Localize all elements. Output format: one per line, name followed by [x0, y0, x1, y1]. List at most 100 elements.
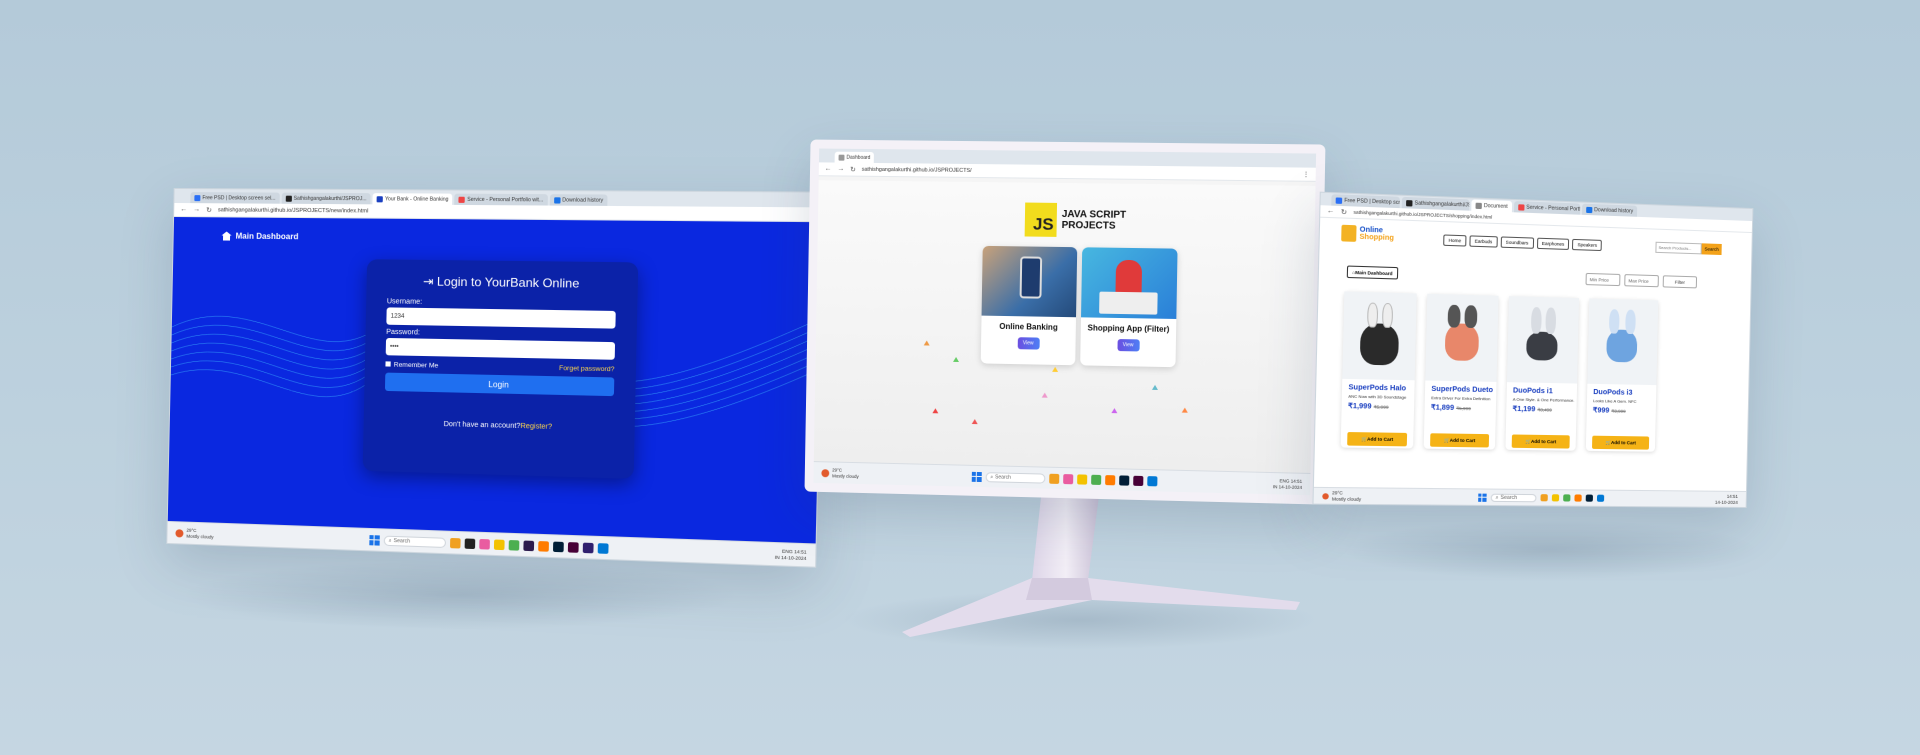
earbud-graphic: [1464, 305, 1478, 329]
product-name: DuoPods i3: [1593, 388, 1633, 397]
app-icon[interactable]: [1048, 473, 1060, 484]
nav-home[interactable]: Home: [1443, 234, 1467, 247]
system-tray[interactable]: ENG 14:51 IN 14-10-2024: [775, 548, 807, 562]
illustrator-icon[interactable]: [1574, 494, 1582, 502]
app-icon[interactable]: [582, 542, 594, 553]
folder-icon[interactable]: [1076, 473, 1088, 485]
product-price: ₹1,199 ₹3,499: [1512, 405, 1552, 414]
browser-tab[interactable]: Service - Personal Portfolio wit...: [1513, 201, 1580, 215]
forward-icon[interactable]: →: [837, 166, 844, 173]
forward-icon[interactable]: →: [193, 206, 200, 213]
product-card[interactable]: SuperPods Halo ANC Now with 3D Soundstag…: [1340, 291, 1417, 449]
browser-tab-active[interactable]: Your Bank - Online Banking: [372, 193, 453, 205]
search-button[interactable]: Search: [1701, 243, 1722, 256]
laptop-graphic: [1099, 291, 1158, 315]
weather-widget[interactable]: 29°C Mostly cloudy: [821, 467, 859, 480]
folder-icon[interactable]: [493, 538, 505, 550]
photoshop-icon[interactable]: [1585, 494, 1593, 502]
login-button[interactable]: Login: [384, 372, 615, 397]
filter-button[interactable]: Filter: [1662, 275, 1698, 289]
chrome-icon[interactable]: [508, 539, 520, 551]
project-card-shopping-app[interactable]: Shopping App (Filter) View: [1080, 247, 1178, 368]
view-button[interactable]: View: [1017, 337, 1040, 350]
vscode-icon[interactable]: [1146, 475, 1158, 486]
banking-image: [981, 245, 1078, 318]
browser-tab-active[interactable]: Document: [1471, 199, 1512, 213]
system-tray[interactable]: 14:51 14-10-2024: [1715, 493, 1738, 505]
product-card[interactable]: SuperPods Dueto Extra Driver For Extra D…: [1423, 293, 1499, 450]
taskbar-search[interactable]: ⌕ Search: [985, 471, 1046, 484]
back-icon[interactable]: ←: [1327, 208, 1335, 216]
xd-icon[interactable]: [1132, 475, 1144, 486]
nav-speakers[interactable]: Speakers: [1572, 238, 1603, 252]
windows-start-icon[interactable]: [1477, 493, 1487, 502]
min-price-input[interactable]: Min Price: [1585, 272, 1621, 287]
url-text[interactable]: sathishgangalakurthi.github.io/JSPROJECT…: [218, 207, 802, 217]
password-input[interactable]: ••••: [385, 337, 616, 360]
photoshop-icon[interactable]: [552, 541, 564, 552]
nav-soundbars[interactable]: Soundbars: [1500, 236, 1534, 249]
browser-tab[interactable]: Download history: [1581, 203, 1638, 217]
app-icon[interactable]: [478, 538, 490, 550]
photoshop-icon[interactable]: [1118, 474, 1130, 486]
weather-widget[interactable]: 29°C Mostly cloudy: [1322, 490, 1361, 503]
browser-tab[interactable]: Download history: [549, 194, 608, 206]
illustrator-icon[interactable]: [537, 540, 549, 552]
windows-start-icon[interactable]: [369, 534, 380, 546]
menu-icon[interactable]: ⋮: [1302, 170, 1309, 178]
product-card[interactable]: DuoPods i1 A One Style. & One Performanc…: [1505, 296, 1580, 451]
reload-icon[interactable]: ↻: [206, 206, 212, 214]
weather-widget[interactable]: 29°C Mostly cloudy: [175, 527, 214, 540]
app-icon[interactable]: [1062, 473, 1074, 484]
taskbar-search[interactable]: ⌕ Search: [1490, 493, 1537, 502]
product-desc: A One Style. & One Performance.: [1512, 396, 1575, 403]
username-input[interactable]: 1234: [386, 307, 616, 329]
chrome-icon[interactable]: [1090, 474, 1102, 485]
remember-me-checkbox[interactable]: Remember Me: [385, 361, 438, 370]
windows-start-icon[interactable]: [971, 471, 982, 482]
product-image: [1587, 298, 1659, 386]
product-card[interactable]: DuoPods i3 Looks Like A Gem. NFC ₹999 ₹3…: [1585, 298, 1659, 452]
taskbar-search[interactable]: ⌕ Search: [383, 535, 446, 548]
back-icon[interactable]: ←: [180, 206, 187, 213]
back-icon[interactable]: ←: [825, 165, 832, 172]
add-to-cart-button[interactable]: 🛒 Add to Cart: [1347, 432, 1408, 447]
reload-icon[interactable]: ↻: [1341, 208, 1347, 217]
main-dashboard-link[interactable]: Main Dashboard: [221, 231, 299, 241]
max-price-input[interactable]: Max Price: [1624, 274, 1659, 288]
main-dashboard-button[interactable]: ⌂ Main Dashboard: [1346, 265, 1398, 280]
chrome-icon[interactable]: [1562, 494, 1571, 502]
earbuds-case-graphic: [1359, 323, 1400, 366]
browser-tab[interactable]: Free PSD | Desktop screen sel...: [190, 192, 280, 204]
forget-password-link[interactable]: Forget password?: [559, 365, 615, 373]
vscode-icon[interactable]: [1596, 494, 1604, 502]
nav-earbuds[interactable]: Earbuds: [1469, 235, 1498, 248]
add-to-cart-button[interactable]: 🛒 Add to Cart: [1511, 434, 1570, 449]
view-button[interactable]: View: [1116, 339, 1140, 352]
add-to-cart-button[interactable]: 🛒 Add to Cart: [1430, 433, 1490, 448]
browser-tab[interactable]: Free PSD | Desktop screen sel...: [1331, 194, 1400, 209]
js-badge: JS: [1024, 202, 1058, 237]
app-icon[interactable]: [1540, 494, 1548, 502]
folder-icon[interactable]: [1551, 494, 1559, 502]
browser-tab[interactable]: Service - Personal Portfolio wit...: [454, 193, 548, 206]
register-link[interactable]: Register?: [520, 423, 552, 431]
app-icon[interactable]: [464, 537, 476, 549]
online-shopping-logo[interactable]: Online Shopping: [1341, 224, 1394, 243]
illustrator-icon[interactable]: [1104, 474, 1116, 485]
app-icon[interactable]: [523, 539, 534, 551]
browser-tab-active[interactable]: Dashboard: [834, 151, 875, 163]
add-to-cart-button[interactable]: 🛒 Add to Cart: [1591, 435, 1650, 450]
browser-tab[interactable]: Sathishgangalakurthi/JSPROJ...: [1401, 196, 1470, 211]
reload-icon[interactable]: ↻: [850, 165, 856, 173]
xd-icon[interactable]: [567, 541, 579, 553]
app-icon[interactable]: [449, 537, 461, 549]
browser-tab[interactable]: Sathishgangalakurthi/JSPROJ...: [281, 192, 371, 205]
project-card-online-banking[interactable]: Online Banking View: [980, 245, 1078, 366]
search-input[interactable]: Search Products...: [1655, 241, 1702, 255]
nav-earphones[interactable]: Earphones: [1536, 237, 1570, 250]
system-tray[interactable]: ENG 14:51 IN 14-10-2024: [1273, 478, 1302, 491]
vscode-icon[interactable]: [597, 542, 609, 554]
phone-graphic: [1019, 256, 1043, 299]
url-text[interactable]: sathishgangalakurthi.github.io/JSPROJECT…: [862, 166, 1297, 177]
